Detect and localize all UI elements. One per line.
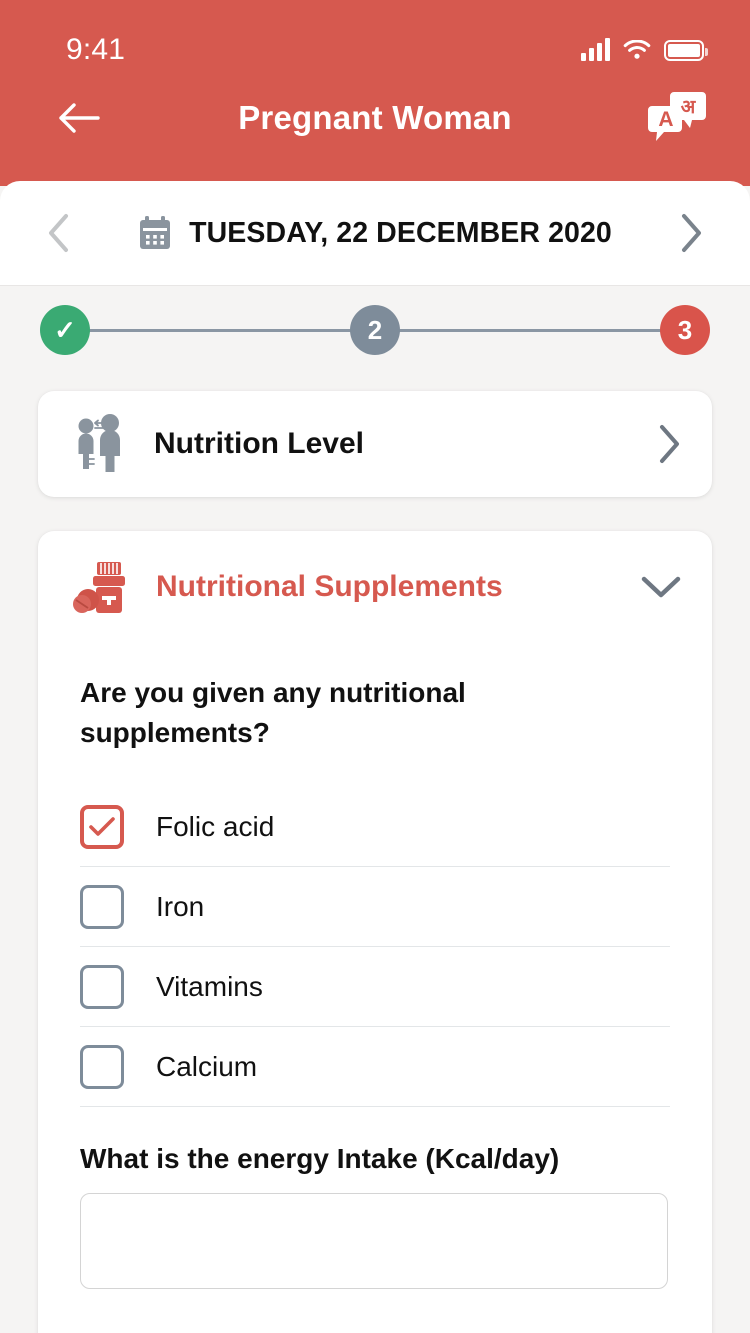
battery-full-icon bbox=[664, 39, 708, 61]
chevron-down-icon[interactable] bbox=[640, 574, 682, 600]
status-bar-time: 9:41 bbox=[66, 33, 126, 66]
page-title: Pregnant Woman bbox=[238, 99, 512, 136]
current-date-group[interactable]: TUESDAY, 22 DECEMBER 2020 bbox=[138, 215, 612, 251]
supplements-option-list: Folic acid Iron Vitamins Calcium bbox=[80, 787, 670, 1107]
stepper-step-3-label: 3 bbox=[677, 314, 693, 345]
checkbox-vitamins[interactable] bbox=[80, 964, 124, 1009]
status-bar-icons bbox=[581, 38, 708, 61]
next-date-button[interactable] bbox=[668, 210, 714, 256]
checkmark-icon bbox=[89, 816, 115, 836]
stepper-step-2[interactable]: 2 bbox=[350, 305, 400, 355]
navigation-bar: Pregnant Woman अ A bbox=[0, 82, 750, 154]
stepper-step-3[interactable]: 3 bbox=[660, 305, 710, 355]
supplement-option-iron[interactable]: Iron bbox=[80, 867, 670, 947]
app-screen: 9:41 Pregnant Woman अ A TUESDAY, 22 DECE… bbox=[0, 0, 750, 1333]
nutritional-supplements-header[interactable]: Nutritional Supplements bbox=[38, 531, 712, 643]
supplements-question: Are you given any nutritional supplement… bbox=[80, 677, 466, 748]
status-bar: 9:41 bbox=[0, 28, 750, 72]
stepper-step-1[interactable]: ✓ bbox=[40, 305, 90, 355]
selected-date-label: TUESDAY, 22 DECEMBER 2020 bbox=[189, 216, 612, 249]
supplement-option-label: Vitamins bbox=[156, 970, 263, 1002]
translate-button[interactable]: अ A bbox=[646, 88, 708, 146]
nutritional-supplements-card: Nutritional Supplements Are you given an… bbox=[38, 531, 712, 1333]
chevron-right-icon[interactable] bbox=[656, 423, 682, 465]
checkbox-calcium[interactable] bbox=[80, 1044, 124, 1089]
chevron-left-icon bbox=[49, 214, 68, 252]
energy-intake-label: What is the energy Intake (Kcal/day) bbox=[80, 1143, 560, 1174]
nutrition-level-title: Nutrition Level bbox=[154, 427, 365, 460]
supplement-option-label: Calcium bbox=[156, 1050, 258, 1082]
back-button[interactable] bbox=[52, 91, 106, 145]
translate-icon: अ A bbox=[648, 92, 706, 141]
pill-bottle-icon bbox=[73, 562, 125, 613]
nutritional-supplements-title: Nutritional Supplements bbox=[156, 570, 503, 603]
supplement-option-vitamins[interactable]: Vitamins bbox=[80, 947, 670, 1027]
svg-text:A: A bbox=[658, 108, 673, 131]
checkbox-iron[interactable] bbox=[80, 884, 124, 929]
supplement-option-folic-acid[interactable]: Folic acid bbox=[80, 787, 670, 867]
wifi-icon bbox=[623, 39, 651, 59]
calendar-icon bbox=[140, 216, 171, 249]
stepper-step-2-label: 2 bbox=[367, 314, 383, 345]
supplement-option-label: Folic acid bbox=[156, 810, 275, 842]
progress-stepper: ✓ 2 3 bbox=[40, 305, 710, 355]
growth-figures-icon bbox=[78, 414, 120, 472]
cellular-signal-icon bbox=[581, 38, 610, 61]
nutrition-level-card[interactable]: Nutrition Level bbox=[38, 391, 712, 497]
supplement-option-label: Iron bbox=[156, 890, 205, 922]
energy-intake-input[interactable] bbox=[80, 1193, 668, 1289]
date-selector-bar: TUESDAY, 22 DECEMBER 2020 bbox=[0, 181, 750, 286]
chevron-right-icon bbox=[682, 214, 701, 252]
supplement-option-calcium[interactable]: Calcium bbox=[80, 1027, 670, 1107]
nutritional-supplements-body: Are you given any nutritional supplement… bbox=[38, 673, 712, 1333]
svg-text:अ: अ bbox=[681, 97, 697, 118]
protein-intake-label: What is the protein intake(g/day) bbox=[80, 1329, 670, 1333]
back-arrow-icon bbox=[59, 103, 100, 133]
stepper-step-1-label: ✓ bbox=[54, 314, 76, 345]
nutrition-level-header: Nutrition Level bbox=[72, 414, 656, 474]
checkbox-folic-acid[interactable] bbox=[80, 804, 124, 849]
app-header: 9:41 Pregnant Woman अ A bbox=[0, 0, 750, 186]
previous-date-button[interactable] bbox=[36, 210, 82, 256]
